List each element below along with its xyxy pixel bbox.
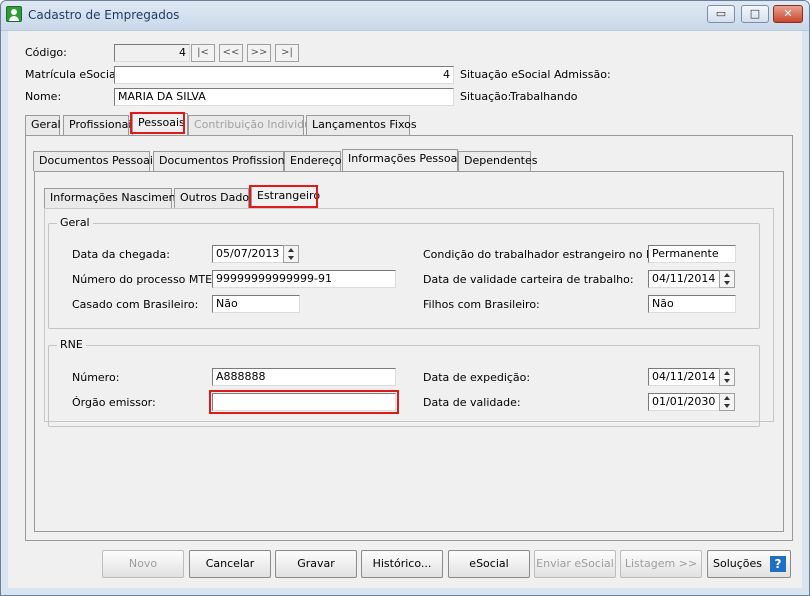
codigo-field[interactable]: 4 — [114, 44, 190, 62]
tab-outros-dados[interactable]: Outros Dados — [174, 188, 255, 208]
employee-app-icon — [6, 6, 22, 22]
window-title: Cadastro de Empregados — [28, 8, 180, 22]
cancelar-button[interactable]: Cancelar — [189, 550, 271, 578]
minimize-button[interactable]: ▭ — [707, 5, 735, 23]
nav-prev-button[interactable]: << — [219, 44, 243, 62]
gravar-button[interactable]: Gravar — [275, 550, 357, 578]
filhos-brasileiro-label: Filhos com Brasileiro: — [423, 298, 540, 311]
matricula-esocial-field[interactable]: 4 — [114, 66, 454, 84]
help-icon: ? — [770, 556, 786, 572]
listagem-button[interactable]: Listagem >> — [620, 550, 702, 578]
data-chegada-field[interactable]: 05/07/2013 — [212, 245, 284, 263]
esocial-button[interactable]: eSocial — [448, 550, 530, 578]
tab-documentos-profissionais[interactable]: Documentos Profissionais — [153, 151, 300, 171]
validade-carteira-label: Data de validade carteira de trabalho: — [423, 273, 634, 286]
enviar-esocial-button[interactable]: Enviar eSocial — [534, 550, 616, 578]
tab-profissionais[interactable]: Profissionais — [63, 115, 137, 135]
solucoes-button[interactable]: Soluções ? — [707, 550, 791, 578]
rne-numero-label: Número: — [72, 371, 120, 384]
data-expedicao-field[interactable]: 04/11/2014 — [648, 368, 720, 386]
tab-informacoes-pessoais[interactable]: Informações Pessoais — [342, 149, 466, 171]
tab-documentos-pessoais[interactable]: Documentos Pessoais — [33, 151, 159, 171]
novo-button[interactable]: Novo — [102, 550, 184, 578]
casado-brasileiro-field[interactable]: Não — [212, 295, 300, 313]
close-button[interactable]: ✕ — [773, 5, 803, 23]
data-validade-spinner[interactable] — [719, 393, 735, 411]
matricula-label: Matrícula eSocial: — [25, 68, 123, 81]
title-bar: Cadastro de Empregados ▭ □ ✕ — [1, 1, 809, 31]
nav-next-button[interactable]: >> — [247, 44, 271, 62]
orgao-emissor-label: Órgão emissor: — [72, 396, 156, 409]
highlight-orgao-emissor — [209, 390, 399, 414]
filhos-brasileiro-field[interactable]: Não — [648, 295, 736, 313]
codigo-label: Código: — [25, 46, 67, 59]
situacao-value: Trabalhando — [510, 90, 578, 103]
historico-button[interactable]: Histórico... — [361, 550, 443, 578]
rne-numero-field[interactable]: A888888 — [212, 368, 396, 386]
data-validade-field[interactable]: 01/01/2030 — [648, 393, 720, 411]
validade-carteira-field[interactable]: 04/11/2014 — [648, 270, 720, 288]
data-validade-label: Data de validade: — [423, 396, 521, 409]
rne-group: RNE — [48, 338, 760, 427]
condicao-estrangeiro-label: Condição do trabalhador estrangeiro no B… — [423, 248, 681, 261]
tab-lancamentos-fixos[interactable]: Lançamentos Fixos — [306, 115, 417, 135]
situacao-label: Situação: — [460, 90, 512, 103]
tab-endereco[interactable]: Endereço — [284, 151, 342, 171]
data-chegada-label: Data da chegada: — [72, 248, 170, 261]
condicao-estrangeiro-field[interactable]: Permanente — [648, 245, 736, 263]
rne-group-title: RNE — [57, 338, 86, 351]
situacao-esocial-label: Situação eSocial Admissão: — [460, 68, 611, 81]
nav-first-button[interactable]: |< — [191, 44, 215, 62]
form-client-area: Código: 4 |< << >> >| Matrícula eSocial:… — [8, 31, 802, 588]
maximize-button[interactable]: □ — [741, 5, 769, 23]
highlight-tab-pessoais — [130, 112, 185, 134]
data-expedicao-label: Data de expedição: — [423, 371, 531, 384]
nome-field[interactable]: MARIA DA SILVA — [114, 88, 454, 106]
tab-geral[interactable]: Geral — [25, 115, 61, 135]
processo-mte-label: Número do processo MTE: — [72, 273, 216, 286]
data-chegada-spinner[interactable] — [283, 245, 299, 263]
tab-informacoes-nascimento[interactable]: Informações Nascimento — [44, 188, 187, 208]
data-expedicao-spinner[interactable] — [719, 368, 735, 386]
nav-last-button[interactable]: >| — [275, 44, 299, 62]
processo-mte-field[interactable]: 99999999999999-91 — [212, 270, 396, 288]
highlight-tab-estrangeiro — [249, 185, 318, 208]
nome-label: Nome: — [25, 90, 62, 103]
tab-contribuicao-individual[interactable]: Contribuição Individual — [188, 115, 321, 135]
casado-brasileiro-label: Casado com Brasileiro: — [72, 298, 199, 311]
geral-group-title: Geral — [57, 216, 93, 229]
validade-carteira-spinner[interactable] — [719, 270, 735, 288]
tab-dependentes[interactable]: Dependentes — [458, 151, 538, 171]
solucoes-label: Soluções — [713, 557, 763, 570]
